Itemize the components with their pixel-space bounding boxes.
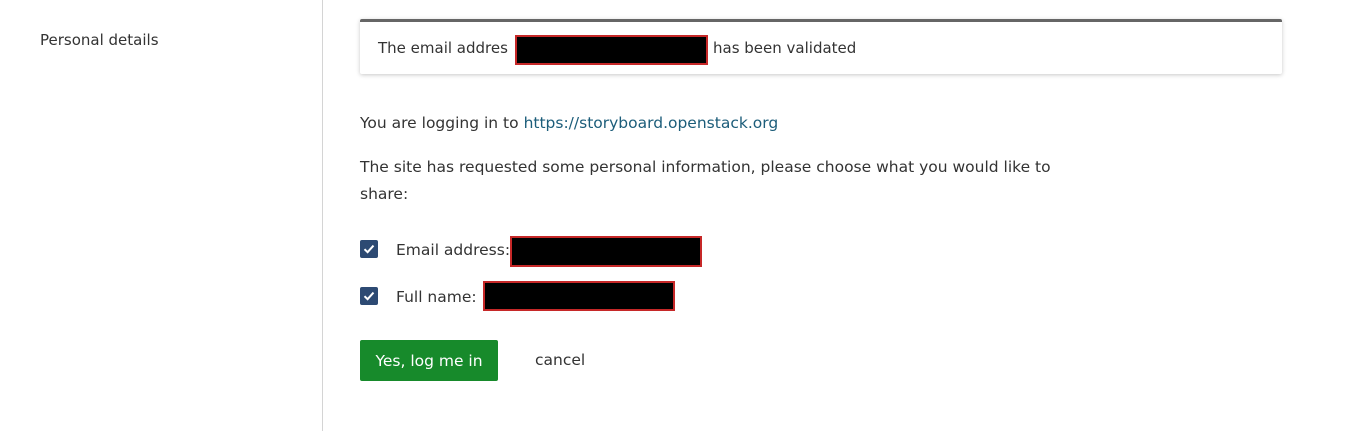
share-email-label: Email address: xyxy=(396,241,511,259)
share-email-row: Email address: xyxy=(360,236,860,267)
request-message-line2: share: xyxy=(360,185,409,203)
sidebar-title: Personal details xyxy=(40,31,159,49)
request-message: The site has requested some personal inf… xyxy=(360,154,1120,208)
redacted-email-block xyxy=(515,35,708,65)
request-message-line1: The site has requested some personal inf… xyxy=(360,158,1051,176)
share-name-row: Full name: xyxy=(360,281,860,313)
page: Personal details The email addres has be… xyxy=(0,0,1355,431)
redacted-name-value xyxy=(483,281,675,311)
cancel-link[interactable]: cancel xyxy=(535,340,585,381)
alert-text-suffix: has been validated xyxy=(713,39,857,57)
alert-text-prefix: The email addres xyxy=(378,39,508,57)
confirm-login-button[interactable]: Yes, log me in xyxy=(360,340,498,381)
sidebar: Personal details xyxy=(0,0,323,431)
redacted-email-value xyxy=(510,236,702,267)
share-name-checkbox[interactable] xyxy=(360,287,378,305)
site-url-link[interactable]: https://storyboard.openstack.org xyxy=(524,114,779,132)
main-content: The email addres has been validated You … xyxy=(360,0,1290,431)
login-intro: You are logging in to https://storyboard… xyxy=(360,110,778,137)
login-intro-text: You are logging in to xyxy=(360,114,519,132)
checkmark-icon xyxy=(363,244,375,254)
share-name-label: Full name: xyxy=(396,288,477,306)
validation-alert: The email addres has been validated xyxy=(360,19,1282,74)
share-email-checkbox[interactable] xyxy=(360,240,378,258)
checkmark-icon xyxy=(363,291,375,301)
